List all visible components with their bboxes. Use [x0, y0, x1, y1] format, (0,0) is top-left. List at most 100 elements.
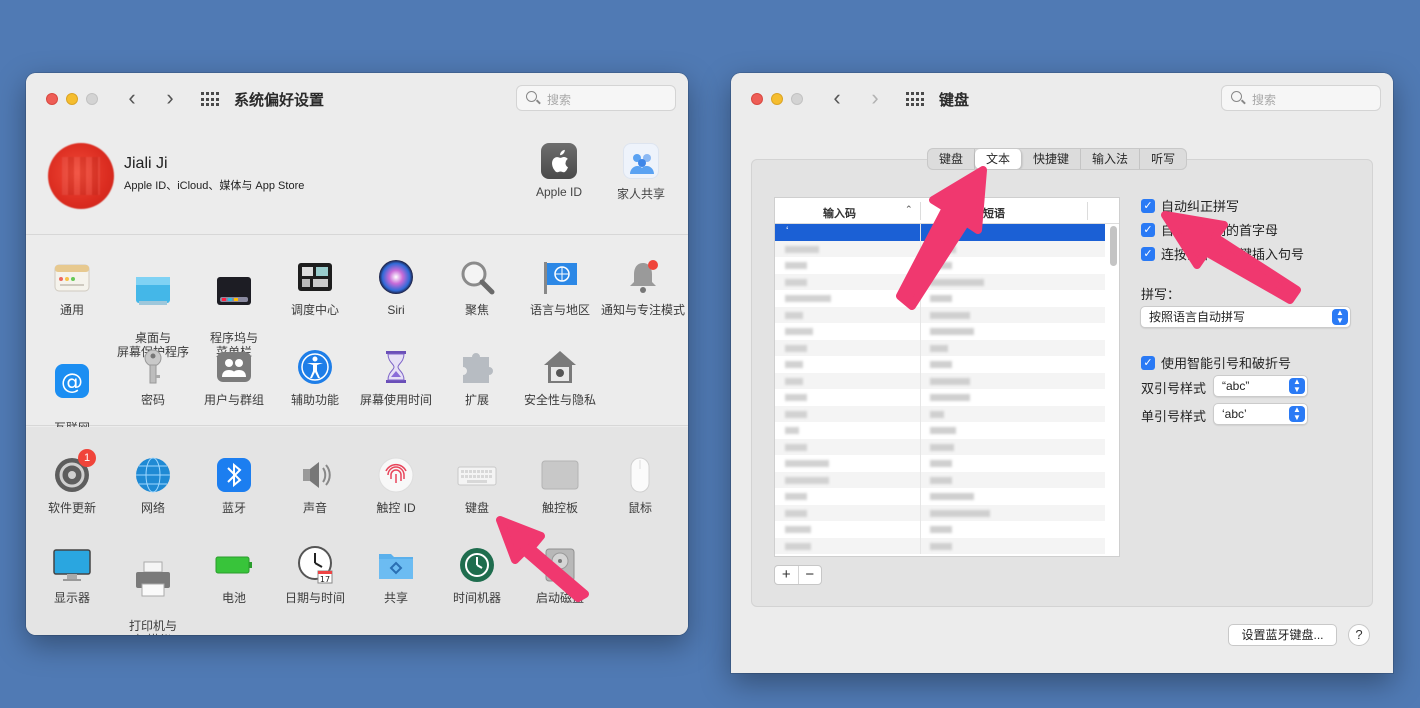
- checkbox-autocorrect[interactable]: ✓ 自动纠正拼写: [1141, 196, 1239, 215]
- help-button[interactable]: ?: [1348, 624, 1370, 646]
- pref-language[interactable]: 语言与地区: [518, 257, 602, 317]
- table-row[interactable]: [775, 488, 1105, 505]
- table-scrollbar[interactable]: [1110, 226, 1117, 266]
- pref-desktop[interactable]: 桌面与 屏幕保护程序: [111, 257, 195, 359]
- obscured-cell: [930, 427, 956, 434]
- checkbox-double-space-period[interactable]: ✓ 连按两下空格键插入句号: [1141, 244, 1304, 263]
- pref-software-update[interactable]: 1 软件更新: [30, 449, 114, 515]
- setup-bluetooth-keyboard-button[interactable]: 设置蓝牙键盘...: [1228, 624, 1337, 646]
- pref-general[interactable]: 通用: [30, 257, 114, 317]
- table-row[interactable]: [775, 471, 1105, 488]
- show-all-grid-icon[interactable]: [906, 92, 924, 107]
- table-row[interactable]: [775, 389, 1105, 406]
- tab-shortcuts[interactable]: 快捷键: [1022, 149, 1082, 169]
- table-row[interactable]: [775, 290, 1105, 307]
- pref-spotlight[interactable]: 聚焦: [435, 257, 519, 317]
- chevron-updown-icon: ▲ ▼: [1289, 378, 1305, 394]
- pref-label: 安全性与隐私: [523, 393, 596, 407]
- table-row[interactable]: [775, 356, 1105, 373]
- table-row[interactable]: [775, 537, 1105, 554]
- zoom-button[interactable]: [791, 93, 803, 105]
- show-all-grid-icon[interactable]: [201, 92, 219, 107]
- pref-sharing[interactable]: 共享: [354, 545, 438, 605]
- spelling-value: 按照语言自动拼写: [1149, 310, 1246, 324]
- pref-bluetooth[interactable]: 蓝牙: [192, 455, 276, 515]
- table-row[interactable]: [775, 405, 1105, 422]
- pref-trackpad[interactable]: 触控板: [518, 455, 602, 515]
- back-button[interactable]: ‹: [122, 87, 142, 111]
- pref-mission-control[interactable]: 调度中心: [273, 257, 357, 317]
- table-row[interactable]: [775, 323, 1105, 340]
- column-header-with[interactable]: 短语: [983, 205, 1005, 221]
- tab-input-sources[interactable]: 输入法: [1081, 149, 1141, 169]
- close-button[interactable]: [751, 93, 763, 105]
- pref-touch-id[interactable]: 触控 ID: [354, 455, 438, 515]
- obscured-cell: [785, 361, 803, 368]
- pref-dock[interactable]: 程序坞与 菜单栏: [192, 257, 276, 359]
- pref-security[interactable]: 安全性与隐私: [518, 347, 602, 407]
- table-row[interactable]: ‘ 「」: [775, 224, 1105, 241]
- spelling-popup[interactable]: 按照语言自动拼写 ▲ ▼: [1140, 306, 1351, 328]
- single-quote-popup[interactable]: ‘abc’ ▲ ▼: [1213, 403, 1308, 425]
- table-row[interactable]: [775, 372, 1105, 389]
- checkbox-smart-quotes[interactable]: ✓ 使用智能引号和破折号: [1141, 353, 1291, 372]
- add-button[interactable]: +: [775, 566, 799, 584]
- pref-battery[interactable]: 电池: [192, 545, 276, 605]
- pref-siri[interactable]: Siri: [354, 257, 438, 317]
- close-button[interactable]: [46, 93, 58, 105]
- pref-screen-time[interactable]: 屏幕使用时间: [354, 347, 438, 407]
- accessibility-icon: [295, 347, 335, 387]
- search-icon: [526, 91, 537, 102]
- obscured-cell: [785, 328, 813, 335]
- search-field[interactable]: 搜索: [1221, 85, 1381, 111]
- table-row[interactable]: [775, 257, 1105, 274]
- pref-displays[interactable]: 显示器: [30, 545, 114, 605]
- avatar[interactable]: [48, 143, 114, 209]
- family-sharing-pane[interactable]: 家人共享: [606, 143, 676, 202]
- table-row[interactable]: [775, 240, 1105, 257]
- table-row[interactable]: [775, 273, 1105, 290]
- table-row[interactable]: [775, 455, 1105, 472]
- minimize-button[interactable]: [66, 93, 78, 105]
- table-row[interactable]: [775, 438, 1105, 455]
- pref-printers[interactable]: 打印机与 扫描仪: [111, 545, 195, 635]
- double-quote-popup[interactable]: “abc” ▲ ▼: [1213, 375, 1308, 397]
- pref-keyboard[interactable]: 键盘: [435, 455, 519, 515]
- table-row[interactable]: [775, 504, 1105, 521]
- pref-startup-disk[interactable]: 启动磁盘: [518, 545, 602, 605]
- text-replacement-table[interactable]: 输入码 ⌃ 短语 ‘ 「」: [774, 197, 1120, 557]
- table-row[interactable]: [775, 521, 1105, 538]
- table-row[interactable]: [775, 422, 1105, 439]
- pref-extensions[interactable]: 扩展: [435, 347, 519, 407]
- apple-id-pane[interactable]: Apple ID: [524, 143, 594, 199]
- forward-button[interactable]: ›: [160, 87, 180, 111]
- remove-button[interactable]: −: [799, 566, 822, 584]
- pref-notifications[interactable]: 通知与专注模式: [598, 257, 688, 317]
- column-header-replace[interactable]: 输入码: [823, 205, 856, 221]
- checkbox-autocapitalize[interactable]: ✓ 自动大写词的首字母: [1141, 220, 1278, 239]
- tab-text[interactable]: 文本: [975, 149, 1023, 169]
- pref-date-time[interactable]: 17 日期与时间: [273, 545, 357, 605]
- table-row[interactable]: [775, 339, 1105, 356]
- minimize-button[interactable]: [771, 93, 783, 105]
- user-subtitle: Apple ID、iCloud、媒体与 App Store: [124, 180, 305, 192]
- pref-label: 屏幕使用时间: [359, 393, 432, 407]
- search-field[interactable]: 搜索: [516, 85, 676, 111]
- forward-button[interactable]: ›: [865, 87, 885, 111]
- zoom-button[interactable]: [86, 93, 98, 105]
- pref-sound[interactable]: 声音: [273, 455, 357, 515]
- pref-time-machine[interactable]: 时间机器: [435, 545, 519, 605]
- table-row[interactable]: [775, 306, 1105, 323]
- pref-label: 语言与地区: [529, 303, 590, 317]
- pref-passwords[interactable]: 密码: [111, 347, 195, 407]
- tab-dictation[interactable]: 听写: [1140, 149, 1186, 169]
- obscured-cell: [930, 311, 970, 319]
- pref-accessibility[interactable]: 辅助功能: [273, 347, 357, 407]
- tab-keyboard[interactable]: 键盘: [928, 149, 976, 169]
- back-button[interactable]: ‹: [827, 87, 847, 111]
- obscured-cell: [930, 377, 970, 385]
- bluetooth-icon: [214, 455, 254, 495]
- pref-network[interactable]: 网络: [111, 455, 195, 515]
- pref-mouse[interactable]: 鼠标: [598, 455, 682, 515]
- pref-users[interactable]: 用户与群组: [192, 347, 276, 407]
